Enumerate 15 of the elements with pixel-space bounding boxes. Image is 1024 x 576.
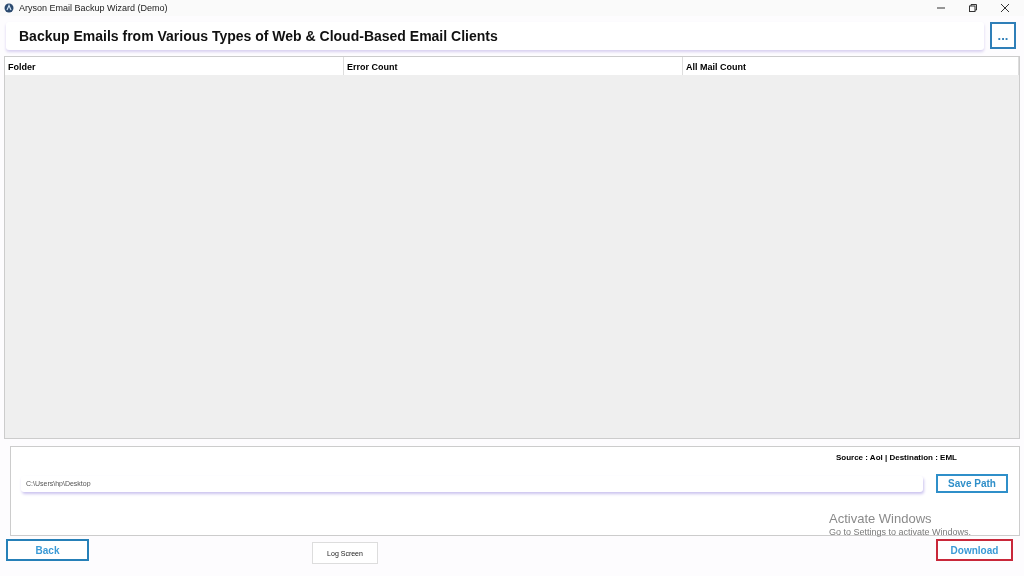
column-header: Error Count bbox=[344, 56, 683, 75]
column-header: Folder bbox=[5, 56, 344, 75]
more-button[interactable]: ... bbox=[990, 22, 1016, 50]
page-heading: Backup Emails from Various Types of Web & Cloud-Based Email Clients bbox=[19, 27, 498, 44]
save-path-button[interactable]: Save Path bbox=[936, 474, 1008, 494]
restore-icon[interactable] bbox=[968, 3, 978, 13]
activation-text: Go to Settings to activate Windows. bbox=[829, 527, 972, 537]
back-button[interactable]: Back bbox=[6, 539, 89, 562]
conversion-summary: Source : Aol | Destination : EML bbox=[835, 453, 957, 463]
app-logo-icon bbox=[4, 3, 14, 13]
activation-title: Activate Windows bbox=[829, 511, 933, 526]
column-header: All Mail Count bbox=[683, 56, 1019, 75]
window-title: Aryson Email Backup Wizard (Demo) bbox=[19, 3, 168, 13]
download-button[interactable]: Download bbox=[936, 539, 1013, 562]
close-icon[interactable] bbox=[1000, 3, 1010, 13]
